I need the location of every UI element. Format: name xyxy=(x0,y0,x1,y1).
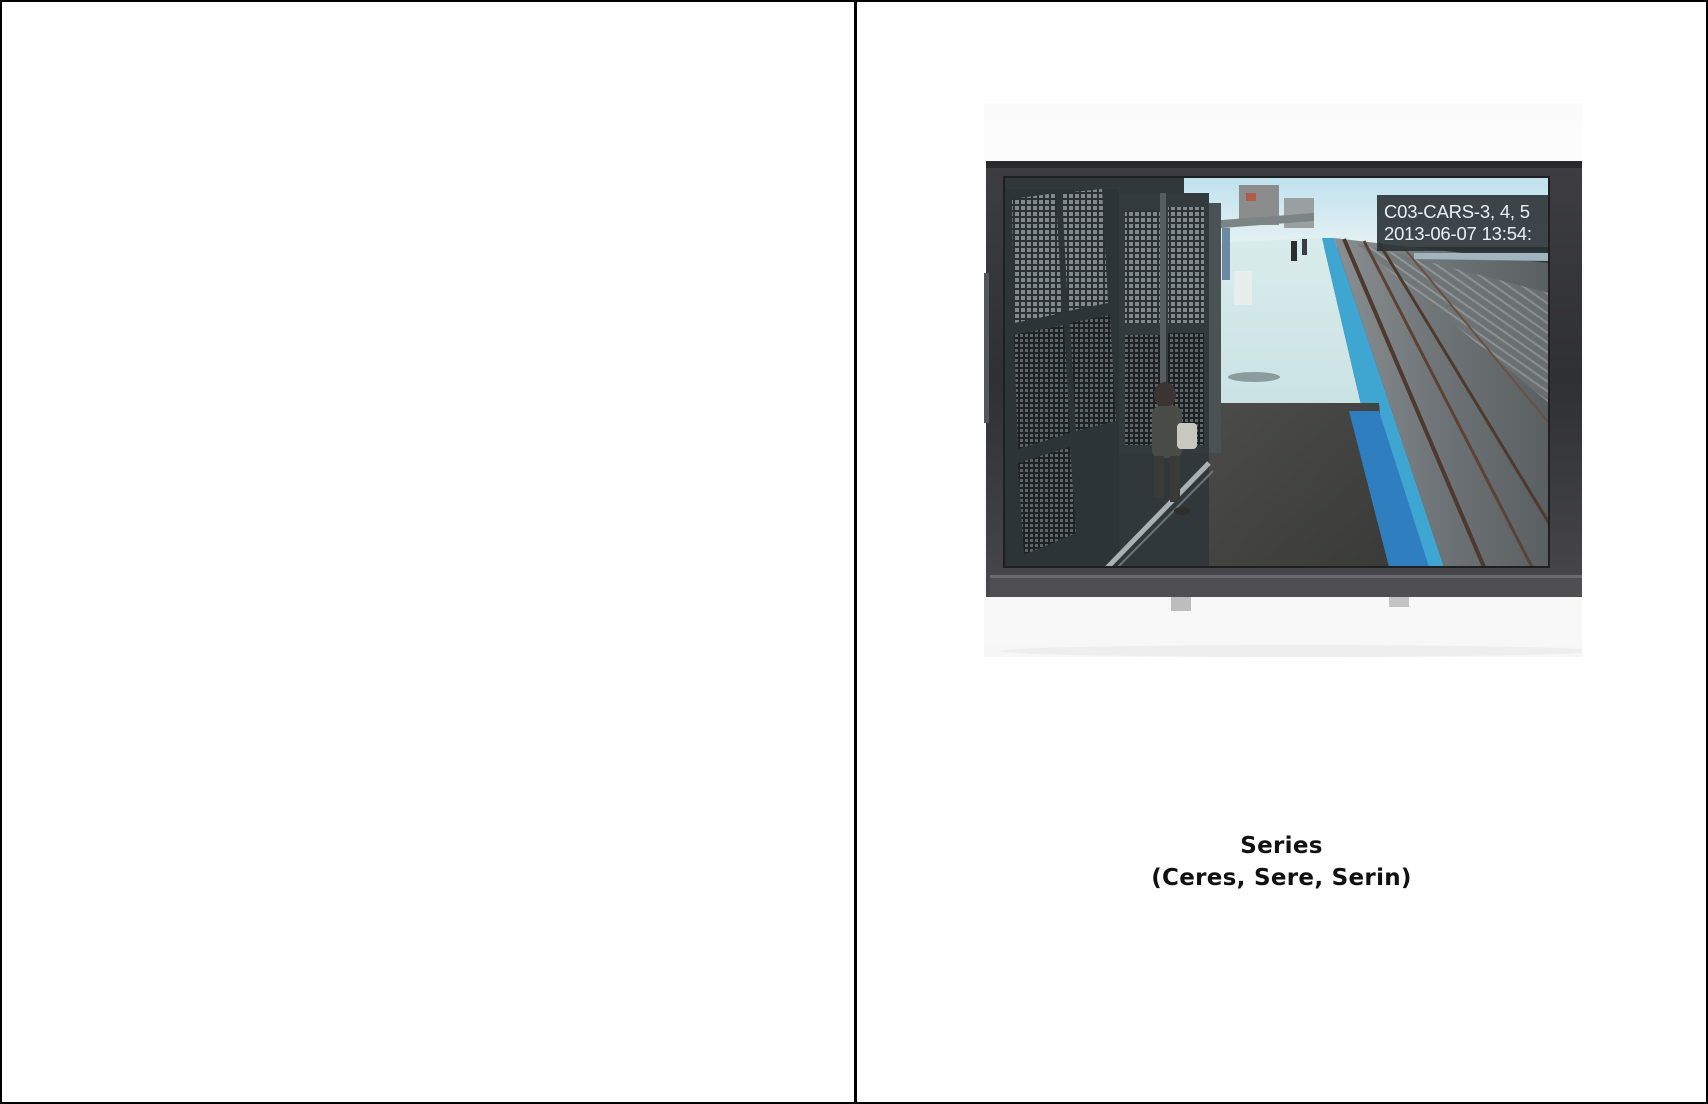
cctv-monitor-photo: C03-CARS-3, 4, 5 2013-06-07 13:54: xyxy=(984,103,1582,657)
caption-title: Series xyxy=(1240,833,1323,859)
camera-overlay-line1: C03-CARS-3, 4, 5 xyxy=(1384,201,1530,222)
camera-overlay-line2: 2013-06-07 13:54: xyxy=(1384,223,1532,244)
left-page-blank xyxy=(2,2,854,1102)
right-page: C03-CARS-3, 4, 5 2013-06-07 13:54: Serie… xyxy=(857,2,1706,1102)
book-spread: C03-CARS-3, 4, 5 2013-06-07 13:54: Serie… xyxy=(0,0,1708,1104)
camera-overlay-text: C03-CARS-3, 4, 5 2013-06-07 13:54: xyxy=(1384,201,1564,251)
caption-subtitle: (Ceres, Sere, Serin) xyxy=(1151,865,1412,891)
cctv-monitor-illustration xyxy=(984,161,1582,657)
caption-block: Series (Ceres, Sere, Serin) xyxy=(857,830,1706,894)
